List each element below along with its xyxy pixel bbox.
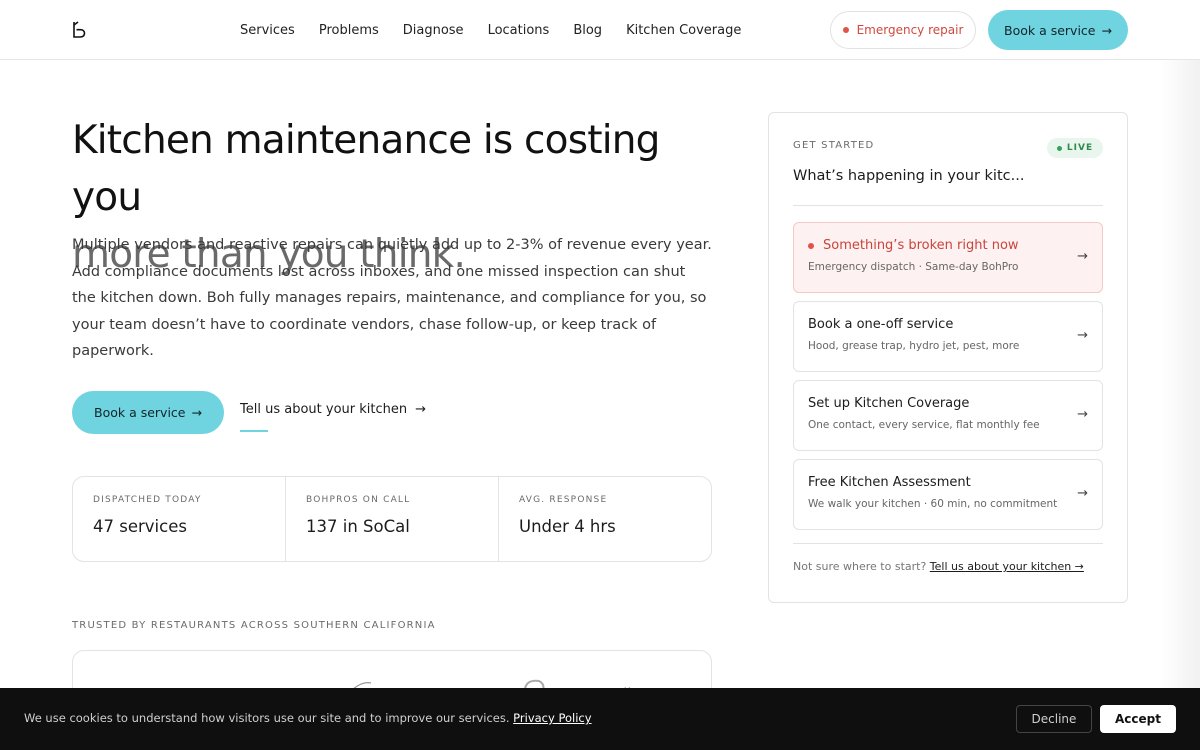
card-divider <box>793 205 1103 206</box>
hero-description: Multiple vendors and reactive repairs ca… <box>72 237 712 360</box>
stats-panel: DISPATCHED TODAY 47 services BOHPROS ON … <box>72 476 712 562</box>
option-subtitle: Emergency dispatch · Same-day BohPro <box>808 261 1019 273</box>
option-subtitle: We walk your kitchen · 60 min, no commit… <box>808 498 1058 510</box>
emergency-repair-button[interactable]: Emergency repair <box>830 11 976 49</box>
option-title-text: Something’s broken right now <box>823 238 1019 253</box>
card-footer-link[interactable]: Tell us about your kitchen → <box>930 560 1084 573</box>
arrow-right-icon: → <box>415 402 427 417</box>
cookie-banner: We use cookies to understand how visitor… <box>0 688 1200 750</box>
hero-book-service-label: Book a service <box>94 405 186 420</box>
arrow-right-icon: → <box>1077 328 1088 343</box>
option-kitchen-coverage[interactable]: Set up Kitchen Coverage One contact, eve… <box>793 380 1103 451</box>
option-title: Set up Kitchen Coverage <box>808 396 970 411</box>
emergency-repair-label: Emergency repair <box>856 23 964 37</box>
arrow-right-icon: → <box>1077 407 1088 422</box>
cookie-message: We use cookies to understand how visitor… <box>24 711 514 725</box>
urgent-dot-icon <box>808 242 814 249</box>
nav-book-service-button[interactable]: Book a service → <box>988 10 1128 50</box>
nav-link-problems[interactable]: Problems <box>319 23 379 38</box>
nav-link-blog[interactable]: Blog <box>573 23 602 38</box>
nav-link-services[interactable]: Services <box>240 23 295 38</box>
decline-cookies-button[interactable]: Decline <box>1016 705 1092 733</box>
option-subtitle: One contact, every service, flat monthly… <box>808 419 1040 431</box>
get-started-card: GET STARTED LIVE What’s happening in you… <box>768 112 1128 603</box>
option-title: Something’s broken right now <box>808 238 1088 253</box>
arrow-right-icon: → <box>1101 22 1112 38</box>
boh-logo-icon[interactable] <box>72 21 86 39</box>
live-label: LIVE <box>1066 143 1094 153</box>
arrow-right-icon: → <box>1077 249 1088 264</box>
tell-us-label: Tell us about your kitchen <box>240 402 408 417</box>
stat-value: Under 4 hrs <box>519 517 616 536</box>
stat-bohpros: BOHPROS ON CALL 137 in SoCal <box>286 477 499 561</box>
option-one-off-service[interactable]: Book a one-off service Hood, grease trap… <box>793 301 1103 372</box>
hero-book-service-button[interactable]: Book a service → <box>72 391 224 434</box>
live-dot-icon <box>1056 145 1062 151</box>
card-title: What’s happening in your kitc... <box>793 168 1025 184</box>
arrow-right-icon: → <box>1077 486 1088 501</box>
accept-cookies-button[interactable]: Accept <box>1100 705 1176 733</box>
right-edge-fade <box>1160 60 1200 750</box>
stat-label: DISPATCHED TODAY <box>93 495 202 505</box>
top-navigation: Services Problems Diagnose Locations Blo… <box>0 0 1200 60</box>
option-subtitle: Hood, grease trap, hydro jet, pest, more <box>808 340 1020 352</box>
card-footer: Not sure where to start? Tell us about y… <box>793 560 1084 573</box>
stat-label: AVG. RESPONSE <box>519 495 608 505</box>
stat-dispatched: DISPATCHED TODAY 47 services <box>73 477 286 561</box>
nav-links: Services Problems Diagnose Locations Blo… <box>240 0 741 60</box>
nav-link-kitchen-coverage[interactable]: Kitchen Coverage <box>626 23 741 38</box>
option-title: Book a one-off service <box>808 317 954 332</box>
emergency-dot-icon <box>842 27 849 33</box>
option-broken-now[interactable]: Something’s broken right now Emergency d… <box>793 222 1103 293</box>
card-divider <box>793 543 1103 544</box>
stat-response: AVG. RESPONSE Under 4 hrs <box>499 477 711 561</box>
card-kicker: GET STARTED <box>793 140 875 151</box>
stat-value: 47 services <box>93 517 187 536</box>
card-footer-text: Not sure where to start? <box>793 560 930 573</box>
live-badge: LIVE <box>1047 138 1103 158</box>
option-title: Free Kitchen Assessment <box>808 475 971 490</box>
stat-value: 137 in SoCal <box>306 517 410 536</box>
link-underline-accent <box>240 430 268 432</box>
cookie-text: We use cookies to understand how visitor… <box>24 711 592 725</box>
nav-link-diagnose[interactable]: Diagnose <box>403 23 464 38</box>
stat-label: BOHPROS ON CALL <box>306 495 411 505</box>
nav-book-service-label: Book a service <box>1004 22 1096 38</box>
privacy-policy-link[interactable]: Privacy Policy <box>513 711 591 725</box>
hero-title-line1: Kitchen maintenance is costing you <box>72 118 660 220</box>
option-free-assessment[interactable]: Free Kitchen Assessment We walk your kit… <box>793 459 1103 530</box>
nav-link-locations[interactable]: Locations <box>488 23 550 38</box>
tell-us-link[interactable]: Tell us about your kitchen → <box>240 402 426 417</box>
arrow-right-icon: → <box>191 405 202 420</box>
trusted-by-label: TRUSTED BY RESTAURANTS ACROSS SOUTHERN C… <box>72 620 436 631</box>
